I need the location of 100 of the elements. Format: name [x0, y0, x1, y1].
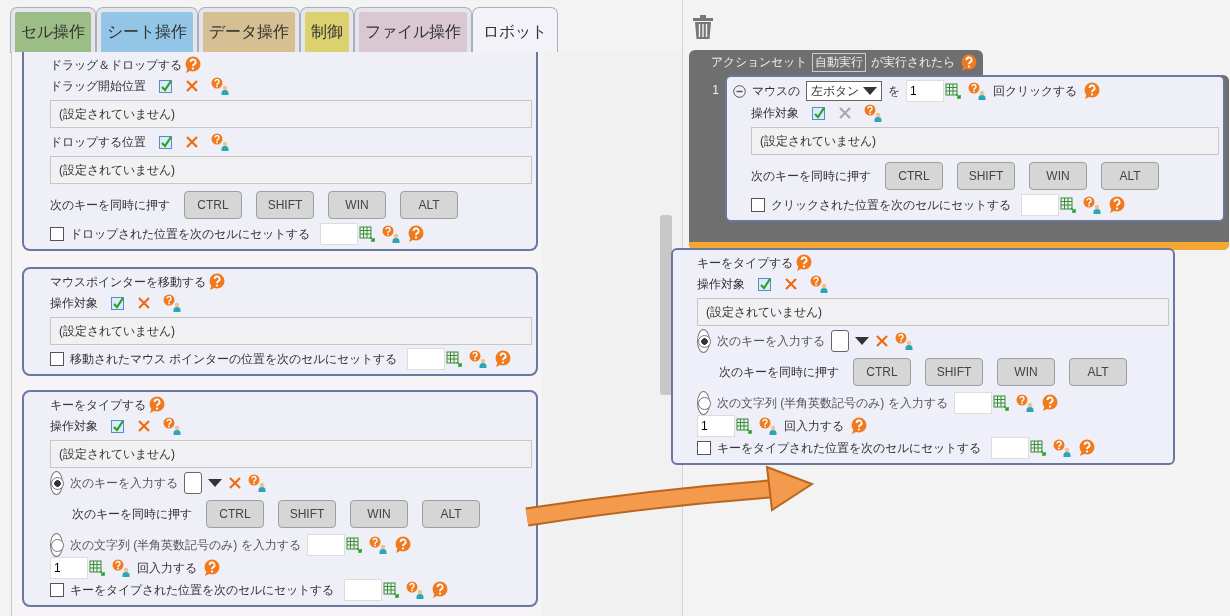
- help-user-icon[interactable]: [211, 77, 230, 95]
- key-button[interactable]: WIN: [328, 191, 386, 219]
- clear-icon[interactable]: [185, 135, 199, 149]
- help-icon[interactable]: [393, 536, 411, 554]
- edit-icon[interactable]: [158, 78, 173, 94]
- cell-field[interactable]: [953, 392, 992, 414]
- key-button[interactable]: ALT: [1101, 162, 1159, 190]
- help-user-icon[interactable]: [469, 350, 489, 368]
- tab[interactable]: シート操作: [97, 8, 197, 52]
- checkbox[interactable]: [50, 227, 64, 241]
- mouse-button-dropdown[interactable]: 左ボタン: [806, 81, 882, 101]
- checkbox[interactable]: [697, 441, 711, 455]
- help-user-icon[interactable]: [864, 104, 883, 122]
- edit-icon[interactable]: [757, 276, 772, 292]
- grid-icon[interactable]: [1059, 196, 1077, 214]
- help-icon[interactable]: [1040, 394, 1058, 412]
- trigger-box[interactable]: 自動実行: [812, 53, 866, 72]
- help-user-icon[interactable]: [968, 82, 987, 100]
- radio-button[interactable]: [51, 538, 64, 552]
- help-user-icon[interactable]: [112, 559, 131, 577]
- tab[interactable]: 制御: [301, 8, 353, 52]
- key-field[interactable]: [184, 472, 202, 494]
- help-icon[interactable]: [148, 396, 165, 414]
- clear-icon[interactable]: [228, 476, 242, 490]
- key-button[interactable]: ALT: [1069, 358, 1127, 386]
- help-user-icon[interactable]: [1083, 196, 1102, 214]
- help-user-icon[interactable]: [368, 536, 388, 554]
- clear-icon[interactable]: [137, 296, 151, 310]
- help-user-icon[interactable]: [382, 225, 401, 243]
- grid-icon[interactable]: [445, 350, 464, 368]
- tab[interactable]: ファイル操作: [355, 8, 471, 52]
- help-icon[interactable]: [184, 56, 201, 74]
- radio-button[interactable]: [698, 396, 711, 410]
- edit-icon[interactable]: [158, 134, 173, 150]
- grid-icon[interactable]: [991, 394, 1010, 412]
- key-button[interactable]: SHIFT: [957, 162, 1015, 190]
- help-user-icon[interactable]: [1015, 394, 1035, 412]
- help-icon[interactable]: [494, 350, 512, 368]
- grid-icon[interactable]: [944, 82, 962, 100]
- help-user-icon[interactable]: [406, 581, 425, 599]
- collapse-icon[interactable]: [733, 84, 746, 98]
- clear-icon[interactable]: [875, 334, 889, 348]
- cell-field[interactable]: [306, 534, 345, 556]
- help-icon[interactable]: [1078, 439, 1095, 457]
- cell-field[interactable]: [344, 579, 382, 601]
- key-button[interactable]: SHIFT: [925, 358, 983, 386]
- help-user-icon[interactable]: [248, 474, 267, 492]
- grid-icon[interactable]: [382, 581, 400, 599]
- help-user-icon[interactable]: [810, 275, 829, 293]
- caret-icon[interactable]: [208, 478, 222, 488]
- cell-field[interactable]: [991, 437, 1029, 459]
- help-icon[interactable]: [431, 581, 448, 599]
- help-user-icon[interactable]: [163, 294, 182, 312]
- help-user-icon[interactable]: [163, 417, 182, 435]
- tab[interactable]: ロボット: [473, 8, 557, 52]
- tab[interactable]: データ操作: [199, 8, 299, 52]
- edit-icon[interactable]: [811, 105, 826, 121]
- help-user-icon[interactable]: [759, 417, 778, 435]
- help-user-icon[interactable]: [895, 332, 914, 350]
- key-button[interactable]: ALT: [422, 500, 480, 528]
- caret-icon[interactable]: [863, 86, 877, 96]
- caret-icon[interactable]: [855, 336, 869, 346]
- radio-button[interactable]: [51, 476, 64, 490]
- help-icon[interactable]: [795, 254, 812, 272]
- cell-field[interactable]: 1: [906, 80, 944, 102]
- clear-icon[interactable]: [137, 419, 151, 433]
- key-button[interactable]: WIN: [997, 358, 1055, 386]
- checkbox[interactable]: [751, 198, 765, 212]
- help-icon[interactable]: [1108, 196, 1125, 214]
- edit-icon[interactable]: [110, 295, 125, 311]
- clear-icon[interactable]: [784, 277, 798, 291]
- help-icon[interactable]: [208, 273, 225, 291]
- scrollbar[interactable]: [660, 215, 672, 395]
- help-user-icon[interactable]: [1053, 439, 1072, 457]
- help-icon[interactable]: [203, 559, 220, 577]
- key-button[interactable]: SHIFT: [256, 191, 314, 219]
- key-button[interactable]: ALT: [400, 191, 458, 219]
- grid-icon[interactable]: [735, 417, 753, 435]
- cell-field[interactable]: 1: [50, 557, 88, 579]
- cell-field[interactable]: 1: [697, 415, 735, 437]
- grid-icon[interactable]: [1029, 439, 1047, 457]
- help-icon[interactable]: [407, 225, 424, 243]
- grid-icon[interactable]: [88, 559, 106, 577]
- cell-field[interactable]: [320, 223, 358, 245]
- help-user-icon[interactable]: [211, 133, 230, 151]
- radio-button[interactable]: [698, 334, 711, 348]
- grid-icon[interactable]: [344, 536, 363, 554]
- key-button[interactable]: WIN: [1029, 162, 1087, 190]
- checkbox[interactable]: [50, 352, 64, 366]
- clear-icon[interactable]: [185, 79, 199, 93]
- key-button[interactable]: CTRL: [853, 358, 911, 386]
- key-button[interactable]: SHIFT: [278, 500, 336, 528]
- cell-field[interactable]: [1021, 194, 1059, 216]
- key-button[interactable]: CTRL: [184, 191, 242, 219]
- key-button[interactable]: CTRL: [206, 500, 264, 528]
- key-button[interactable]: WIN: [350, 500, 408, 528]
- key-button[interactable]: CTRL: [885, 162, 943, 190]
- cell-field[interactable]: [407, 348, 446, 370]
- tab[interactable]: セル操作: [11, 8, 95, 52]
- key-field[interactable]: [831, 330, 849, 352]
